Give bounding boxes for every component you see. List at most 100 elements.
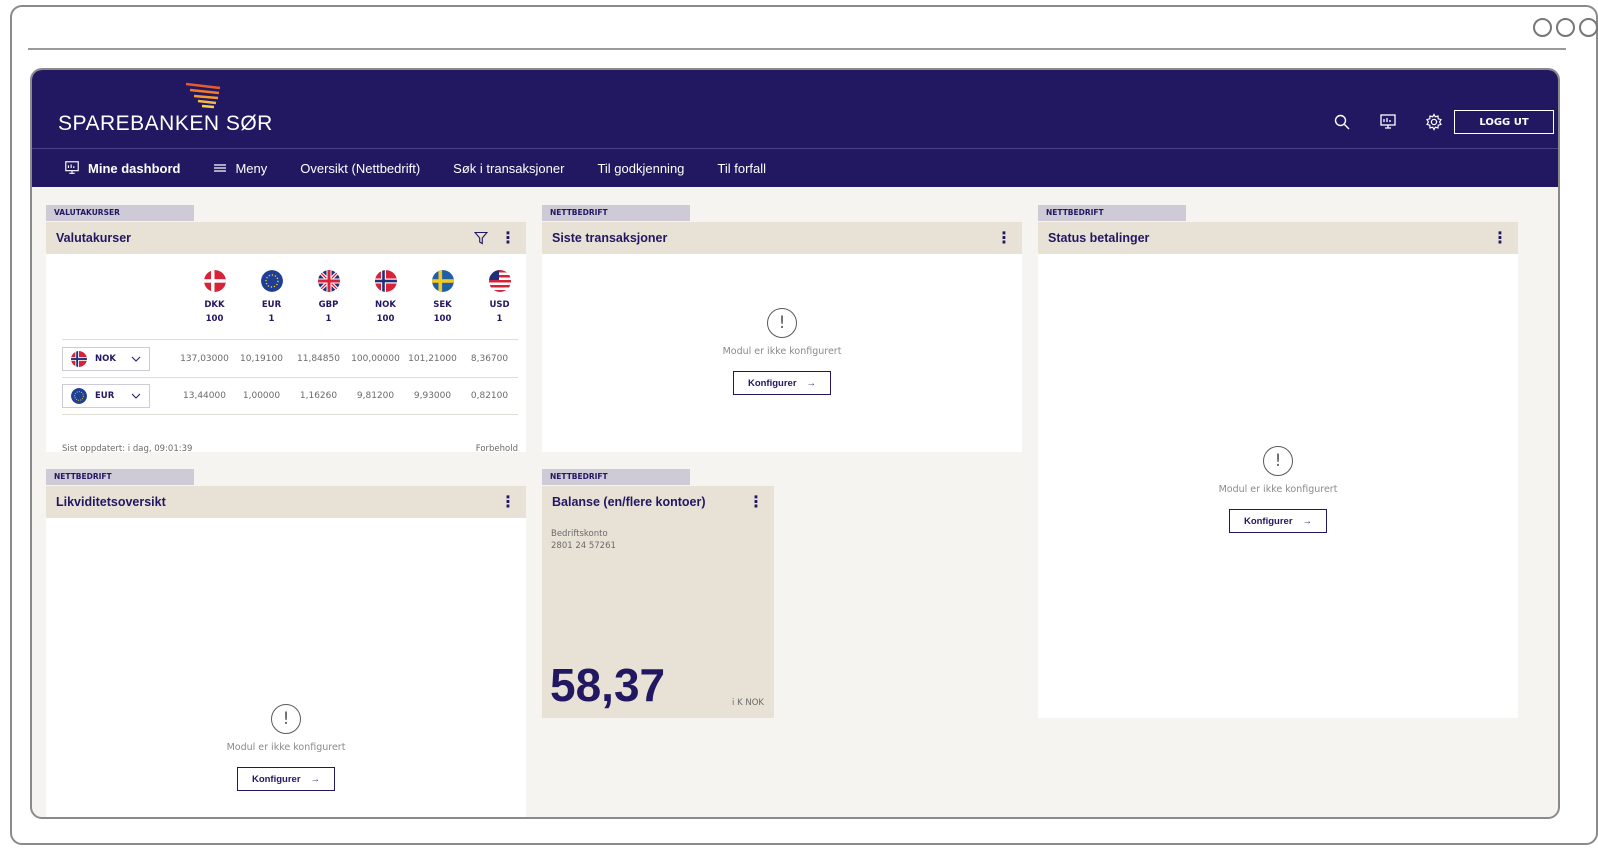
account-number: 2801 24 57261 [551, 541, 616, 551]
module-header: Balanse (en/flere kontoer) ⋮ [542, 486, 774, 518]
device-divider [28, 48, 1566, 50]
app-header: SPAREBANKEN SØR LOGG UT [32, 70, 1558, 148]
currency-unit: 1 [268, 314, 275, 324]
nav-til-forfall[interactable]: Til forfall [717, 161, 766, 176]
filter-icon[interactable] [474, 231, 488, 245]
rate-cell: 1,16260 [299, 391, 338, 401]
disclaimer-link[interactable]: Forbehold [476, 444, 518, 454]
nav-oversikt[interactable]: Oversikt (Nettbedrift) [300, 161, 420, 176]
currency-code: DKK [204, 300, 225, 310]
module-title: Siste transaksjoner [552, 231, 668, 245]
rates-footer: Sist oppdatert: i dag, 09:01:39 Forbehol… [62, 434, 518, 454]
module-tag: NETTBEDRIFT [542, 205, 690, 221]
arrow-right-icon: → [806, 377, 817, 389]
transactions-module: NETTBEDRIFT Siste transaksjoner ⋮ ! Modu… [542, 205, 1022, 452]
dashboard-icon [65, 161, 79, 174]
currency-unit: 1 [496, 314, 503, 324]
norway-flag-icon [71, 350, 87, 367]
chevron-down-icon [131, 393, 141, 399]
balance-unit: i K NOK [732, 698, 764, 708]
app-screen: SPAREBANKEN SØR LOGG UT Mine dashbord Me… [30, 68, 1560, 819]
nav-dashboard-label: Mine dashbord [88, 160, 181, 176]
module-title: Valutakurser [56, 231, 132, 245]
dashboard-icon[interactable] [1376, 110, 1400, 134]
module-title: Balanse (en/flere kontoer) [552, 495, 706, 509]
eu-flag-icon [71, 388, 87, 404]
currency-code: SEK [433, 300, 452, 310]
main-nav: Mine dashbord Meny Oversikt (Nettbedrift… [32, 149, 1558, 187]
base-currency-select[interactable]: EUR [62, 384, 150, 408]
base-currency-select[interactable]: NOK [62, 346, 150, 371]
empty-state: ! Modul er ikke konfigurert Konfigurer → [1038, 446, 1518, 533]
logo-mark-icon [185, 82, 221, 109]
alert-icon: ! [767, 308, 797, 338]
empty-message: Modul er ikke konfigurert [1218, 484, 1338, 495]
nav-mine-dashbord[interactable]: Mine dashbord [64, 160, 180, 176]
rate-row-nok: NOK 137,03000 10,19100 11,84850 100,0000… [62, 339, 518, 377]
brand-logo[interactable]: SPAREBANKEN SØR [58, 112, 273, 136]
rate-values: 137,03000 10,19100 11,84850 100,00000 10… [176, 354, 518, 364]
rate-cell: 0,82100 [470, 391, 509, 401]
currency-column: DKK 100 [186, 270, 243, 324]
logout-button[interactable]: LOGG UT [1454, 110, 1554, 134]
gear-icon[interactable] [1422, 110, 1446, 134]
configure-button[interactable]: Konfigurer → [1229, 509, 1327, 533]
module-tag: NETTBEDRIFT [46, 469, 194, 485]
nav-til-godkjenning[interactable]: Til godkjenning [597, 161, 684, 176]
eu-flag-icon [260, 270, 283, 292]
rate-cell: 11,84850 [297, 353, 340, 364]
rate-cell: 13,44000 [183, 391, 226, 401]
rate-cell: 137,03000 [180, 353, 229, 364]
empty-state: ! Modul er ikke konfigurert Konfigurer → [542, 308, 1022, 395]
module-title: Status betalinger [1048, 231, 1150, 245]
balance-module: NETTBEDRIFT Balanse (en/flere kontoer) ⋮… [542, 469, 774, 718]
rate-cell: 10,19100 [240, 353, 283, 364]
hamburger-icon [214, 164, 227, 172]
kebab-menu-icon[interactable]: ⋮ [748, 494, 764, 510]
account-name: Bedriftskonto [551, 529, 608, 539]
rate-cell: 8,36700 [470, 353, 509, 364]
module-header: Valutakurser ⋮ [46, 222, 526, 254]
empty-message: Modul er ikke konfigurert [722, 346, 842, 357]
nav-menu-label: Meny [235, 160, 268, 176]
kebab-menu-icon[interactable]: ⋮ [996, 230, 1012, 246]
configure-button[interactable]: Konfigurer → [733, 371, 831, 395]
base-currency-code: NOK [95, 353, 116, 364]
currency-unit: 1 [325, 314, 332, 324]
rate-cell: 100,00000 [351, 353, 400, 364]
uk-flag-icon [317, 270, 340, 292]
rate-values: 13,44000 1,00000 1,16260 9,81200 9,93000… [176, 391, 518, 401]
currency-column: GBP 1 [300, 270, 357, 324]
nav-sok-transaksjoner[interactable]: Søk i transaksjoner [453, 161, 564, 176]
arrow-right-icon: → [310, 773, 321, 785]
kebab-menu-icon[interactable]: ⋮ [500, 230, 516, 246]
module-tag: VALUTAKURSER [46, 205, 194, 221]
currency-code: USD [489, 300, 510, 310]
currency-unit: 100 [376, 314, 395, 324]
kebab-menu-icon[interactable]: ⋮ [1492, 230, 1508, 246]
currency-columns: DKK 100 EUR 1 GBP 1 NOK 100 SEK 100 USD … [186, 270, 528, 324]
search-icon[interactable] [1330, 110, 1354, 134]
kebab-menu-icon[interactable]: ⋮ [500, 494, 516, 510]
alert-icon: ! [1263, 446, 1293, 476]
nav-menu[interactable]: Meny [213, 161, 267, 176]
configure-label: Konfigurer [1243, 515, 1293, 527]
rate-cell: 101,21000 [408, 353, 457, 364]
last-updated: Sist oppdatert: i dag, 09:01:39 [62, 444, 193, 454]
device-dots [1533, 18, 1598, 37]
empty-message: Modul er ikke konfigurert [226, 742, 346, 753]
module-header: Likviditetsoversikt ⋮ [46, 486, 526, 518]
rate-cell: 9,93000 [413, 391, 452, 401]
chevron-down-icon [131, 356, 141, 362]
rate-cell: 9,81200 [356, 391, 395, 401]
currency-unit: 100 [433, 314, 452, 324]
norway-flag-icon [374, 270, 397, 292]
account-info: Bedriftskonto 2801 24 57261 [551, 528, 616, 552]
header-icons [1330, 110, 1446, 134]
rate-cell: 1,00000 [242, 391, 281, 401]
alert-icon: ! [271, 704, 301, 734]
payments-module: NETTBEDRIFT Status betalinger ⋮ ! Modul … [1038, 205, 1518, 718]
module-tag: NETTBEDRIFT [542, 469, 690, 485]
configure-button[interactable]: Konfigurer → [237, 767, 335, 791]
module-tag: NETTBEDRIFT [1038, 205, 1186, 221]
